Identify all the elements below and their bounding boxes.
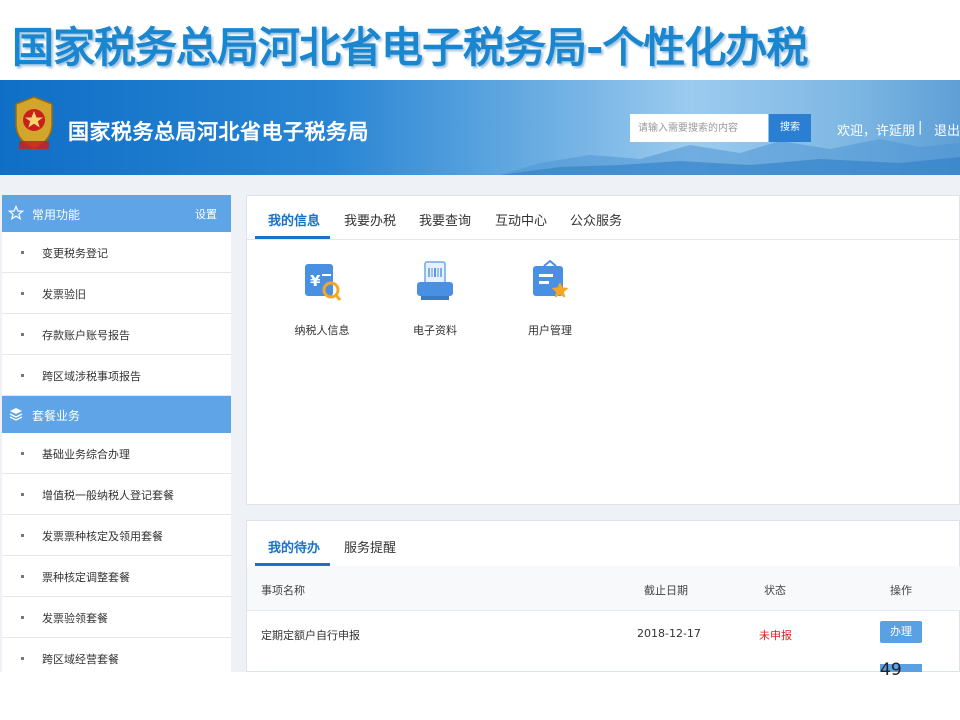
bullet-icon (21, 534, 24, 537)
column-header-deadline: 截止日期 (644, 584, 688, 597)
my-info-panel: 我的信息 我要办税 我要查询 互动中心 公众服务 ¥ 纳税人信息 电子资料 用户… (246, 195, 960, 505)
sidebar-header-package: 套餐业务 (2, 396, 231, 433)
welcome-user-link[interactable]: 欢迎，许延朋 (837, 120, 915, 139)
sidebar-item-vat-registration[interactable]: 增值税一般纳税人登记套餐 (2, 474, 231, 515)
tax-bureau-screenshot: 国家税务总局河北省电子税务局 搜索 欢迎，许延朋 | 退出 常用功能 设置 变更… (0, 80, 960, 672)
todo-item-status: 未申报 (759, 629, 792, 642)
handle-button[interactable]: 办理 (880, 621, 922, 643)
taxpayer-info-icon: ¥ (305, 264, 342, 301)
star-icon (8, 205, 24, 221)
bullet-icon (21, 657, 24, 660)
todo-item-deadline: 2018-12-17 (637, 627, 701, 640)
bullet-icon (21, 493, 24, 496)
electronic-documents-icon (417, 261, 453, 300)
main-tabs: 我的信息 我要办税 我要查询 互动中心 公众服务 (247, 196, 960, 240)
bullet-icon (21, 575, 24, 578)
sidebar-settings-link[interactable]: 设置 (195, 206, 217, 222)
tile-label: 用户管理 (528, 324, 572, 337)
todo-table-header (247, 566, 960, 611)
tile-user-management[interactable]: 用户管理 (500, 260, 600, 360)
tab-do-tax[interactable]: 我要办税 (344, 210, 396, 229)
tab-my-todo[interactable]: 我的待办 (268, 537, 320, 556)
sidebar-item-invoice-type-adjust[interactable]: 票种核定调整套餐 (2, 556, 231, 597)
sidebar-item-basic-business[interactable]: 基础业务综合办理 (2, 433, 231, 474)
todo-panel: 我的待办 服务提醒 事项名称 截止日期 状态 操作 定期定额户自行申报 2018… (246, 520, 960, 672)
todo-item-name: 定期定额户自行申报 (261, 629, 360, 642)
active-tab-indicator (255, 236, 330, 239)
search-button[interactable]: 搜索 (769, 114, 811, 142)
svg-text:¥: ¥ (310, 272, 321, 290)
tab-public-service[interactable]: 公众服务 (570, 210, 622, 229)
bullet-icon (21, 251, 24, 254)
tile-taxpayer-info[interactable]: ¥ 纳税人信息 (272, 260, 372, 360)
sidebar-common-title: 常用功能 (32, 208, 81, 222)
tab-my-info[interactable]: 我的信息 (268, 210, 320, 229)
sidebar-item-cross-region-business[interactable]: 跨区域经营套餐 (2, 638, 231, 672)
tab-query[interactable]: 我要查询 (419, 210, 471, 229)
header-separator: | (918, 120, 923, 135)
column-header-item-name: 事项名称 (261, 584, 305, 597)
slide-title-text: 国家税务总局河北省电子税务局-个性化办税 (12, 23, 808, 72)
logout-link[interactable]: 退出 (934, 120, 960, 139)
site-header: 国家税务总局河北省电子税务局 搜索 欢迎，许延朋 | 退出 (0, 80, 960, 175)
column-header-action: 操作 (890, 584, 912, 597)
tab-interaction-center[interactable]: 互动中心 (495, 210, 547, 229)
tile-label: 纳税人信息 (294, 324, 350, 337)
user-management-icon (533, 260, 569, 298)
layers-icon (9, 408, 23, 421)
sidebar-header-common: 常用功能 设置 (2, 195, 231, 232)
column-header-status: 状态 (764, 584, 786, 597)
sidebar-item-invoice-type-approval[interactable]: 发票票种核定及领用套餐 (2, 515, 231, 556)
bullet-icon (21, 292, 24, 295)
search-input[interactable] (630, 114, 768, 142)
slide-title: 国家税务总局河北省电子税务局-个性化办税 (0, 0, 960, 80)
tile-label: 电子资料 (413, 324, 457, 337)
sidebar-item-invoice-verification[interactable]: 发票验旧 (2, 273, 231, 314)
bullet-icon (21, 333, 24, 336)
todo-tabs: 我的待办 服务提醒 (247, 521, 960, 567)
page-number: 49 (880, 660, 902, 680)
tax-emblem-icon (15, 96, 53, 150)
sidebar-package-title: 套餐业务 (32, 409, 81, 423)
bullet-icon (21, 452, 24, 455)
tab-service-reminder[interactable]: 服务提醒 (344, 537, 396, 556)
bullet-icon (21, 374, 24, 377)
sidebar-item-cross-region-report[interactable]: 跨区域涉税事项报告 (2, 355, 231, 396)
sidebar-item-change-tax-registration[interactable]: 变更税务登记 (2, 232, 231, 273)
sidebar-item-bank-account-report[interactable]: 存款账户账号报告 (2, 314, 231, 355)
bullet-icon (21, 616, 24, 619)
site-name: 国家税务总局河北省电子税务局 (68, 120, 369, 144)
sidebar: 常用功能 设置 变更税务登记 发票验旧 存款账户账号报告 跨区域涉税事项报告 套… (2, 195, 231, 672)
sidebar-item-invoice-verify-collect[interactable]: 发票验领套餐 (2, 597, 231, 638)
tile-electronic-documents[interactable]: 电子资料 (385, 260, 485, 360)
